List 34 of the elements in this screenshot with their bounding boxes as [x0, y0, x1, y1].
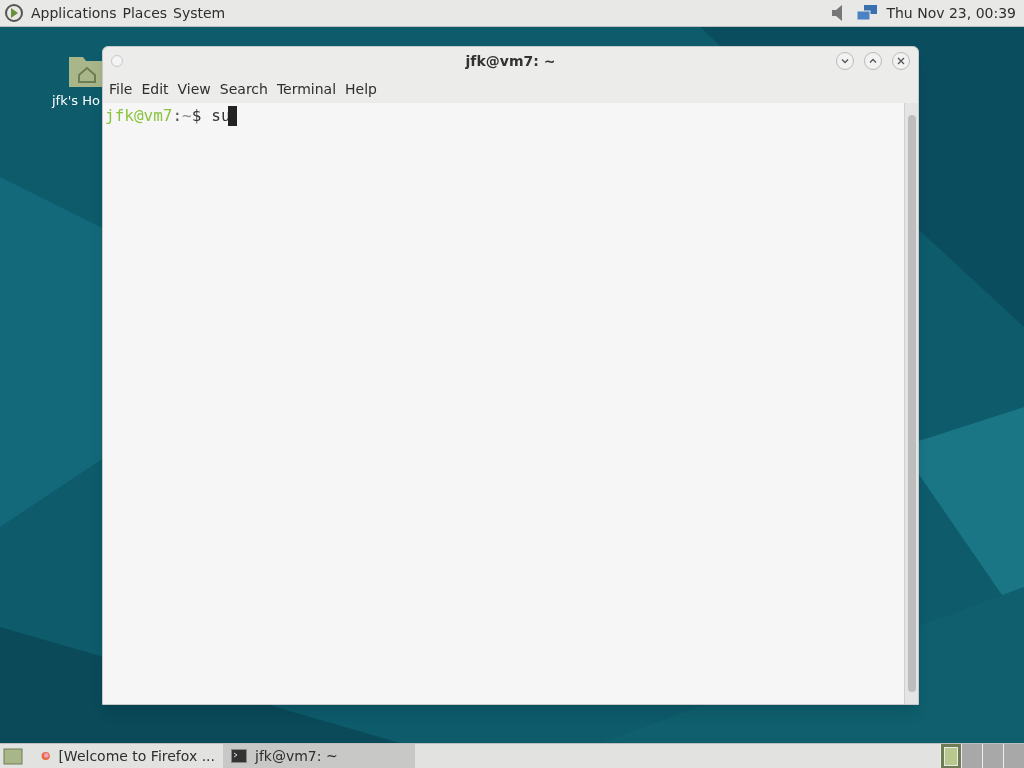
workspace[interactable]: [961, 743, 982, 768]
menu-item[interactable]: View: [174, 78, 214, 100]
prompt-separator: :: [172, 106, 183, 126]
prompt-path: ~: [182, 106, 192, 126]
panel-menu[interactable]: System: [170, 2, 229, 24]
close-button[interactable]: [892, 52, 910, 70]
workspace[interactable]: [1003, 743, 1024, 768]
network-icon[interactable]: [856, 3, 879, 23]
show-desktop-icon[interactable]: [3, 747, 23, 765]
chevron-down-icon: [841, 57, 849, 65]
workspace[interactable]: [982, 743, 1003, 768]
maximize-button[interactable]: [864, 52, 882, 70]
menu-item[interactable]: Terminal: [273, 78, 340, 100]
minimize-button[interactable]: [836, 52, 854, 70]
text-cursor: [227, 106, 237, 126]
menu-logo-icon: [4, 3, 24, 23]
scrollbar[interactable]: [904, 103, 918, 704]
menu-item[interactable]: Help: [342, 78, 380, 100]
task-button[interactable]: jfk@vm7: ~: [223, 743, 415, 768]
menu-item[interactable]: Search: [216, 78, 271, 100]
prompt-user-host: jfk@vm7: [105, 106, 173, 126]
menu-item[interactable]: Edit: [138, 78, 172, 100]
prompt-symbol: $: [191, 106, 202, 126]
terminal-icon: [231, 749, 247, 763]
workspace[interactable]: [940, 743, 961, 768]
close-icon: [897, 57, 905, 65]
chevron-up-icon: [869, 57, 877, 65]
clock[interactable]: Thu Nov 23, 00:39: [882, 2, 1020, 24]
panel-menu[interactable]: Places: [119, 2, 171, 24]
icon-label: jfk's Ho: [52, 92, 100, 110]
window-title: jfk@vm7: ~: [465, 51, 556, 71]
menu-item[interactable]: File: [106, 78, 136, 100]
task-button[interactable]: [Welcome to Firefox ...: [33, 743, 223, 768]
panel-menu[interactable]: Applications: [28, 2, 120, 24]
